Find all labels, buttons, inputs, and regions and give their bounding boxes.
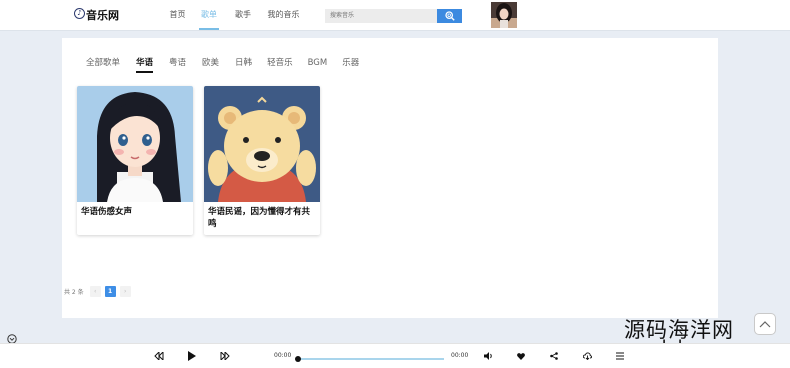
music-note-icon: ♪ xyxy=(74,7,85,19)
prev-page-button[interactable]: ‹ xyxy=(89,286,101,297)
like-button[interactable] xyxy=(515,350,527,362)
pagination: 共 2 条 ‹ 1 › xyxy=(64,286,135,297)
play-button[interactable] xyxy=(186,350,198,362)
volume-icon xyxy=(483,352,492,360)
music-player-bar: 00:00 00:00 xyxy=(0,343,790,368)
nav-singers[interactable]: 歌手 xyxy=(232,0,254,30)
tab-japanese-korean[interactable]: 日韩 xyxy=(235,57,252,73)
search-input[interactable] xyxy=(325,9,437,23)
logo-text: 音乐网 xyxy=(86,9,119,22)
playlist-title[interactable]: 华语伤感女声 xyxy=(81,206,189,218)
main-nav: 首页 歌单 歌手 我的音乐 xyxy=(163,0,301,30)
category-tabs: 全部歌单 华语 粤语 欧美 日韩 轻音乐 BGM 乐器 xyxy=(86,57,359,73)
download-button[interactable] xyxy=(581,350,593,362)
playlist-card[interactable]: 华语民谣，因为懂得才有共鸣 xyxy=(204,86,320,235)
tab-cantonese[interactable]: 粤语 xyxy=(169,57,186,73)
volume-button[interactable] xyxy=(482,350,494,362)
current-time: 00:00 xyxy=(274,352,292,359)
nav-my-music[interactable]: 我的音乐 xyxy=(266,0,301,30)
content-panel: 全部歌单 华语 粤语 欧美 日韩 轻音乐 BGM 乐器 华语伤感女声 华语民谣，… xyxy=(62,38,718,318)
tab-light-music[interactable]: 轻音乐 xyxy=(267,57,293,73)
search-bar xyxy=(325,9,462,23)
player-collapse-icon[interactable] xyxy=(7,329,17,344)
tab-chinese[interactable]: 华语 xyxy=(136,57,154,73)
progress-handle[interactable] xyxy=(295,356,301,362)
duration-time: 00:00 xyxy=(451,352,469,359)
playlist-cover-image[interactable] xyxy=(204,86,320,202)
page-1-button[interactable]: 1 xyxy=(104,286,116,297)
share-button[interactable] xyxy=(548,350,560,362)
pagination-total: 共 2 条 xyxy=(64,289,84,296)
chevron-up-icon xyxy=(759,321,771,328)
user-avatar[interactable] xyxy=(491,2,517,28)
playlist-card[interactable]: 华语伤感女声 xyxy=(77,86,193,235)
next-icon xyxy=(220,352,230,360)
play-icon xyxy=(188,351,196,361)
tab-western[interactable]: 欧美 xyxy=(202,57,219,73)
search-icon xyxy=(444,11,455,21)
list-icon xyxy=(616,352,624,360)
tab-bgm[interactable]: BGM xyxy=(308,57,328,73)
playlist-title[interactable]: 华语民谣，因为懂得才有共鸣 xyxy=(208,206,316,230)
playlist-queue-button[interactable] xyxy=(614,350,626,362)
nav-home[interactable]: 首页 xyxy=(163,0,192,30)
share-icon xyxy=(550,352,558,360)
next-page-button[interactable]: › xyxy=(119,286,131,297)
next-track-button[interactable] xyxy=(219,350,231,362)
top-header: ♪ 音乐网 首页 歌单 歌手 我的音乐 xyxy=(0,0,790,31)
nav-playlists[interactable]: 歌单 xyxy=(198,0,220,30)
previous-icon xyxy=(154,352,164,360)
download-icon xyxy=(582,352,592,360)
tab-instruments[interactable]: 乐器 xyxy=(342,57,359,73)
previous-track-button[interactable] xyxy=(153,350,165,362)
site-logo[interactable]: ♪ 音乐网 xyxy=(74,7,119,23)
playlist-cover-image[interactable] xyxy=(77,86,193,202)
search-button[interactable] xyxy=(437,9,462,23)
heart-icon xyxy=(517,352,525,360)
tab-all[interactable]: 全部歌单 xyxy=(86,57,120,73)
progress-bar[interactable] xyxy=(295,356,444,362)
back-to-top-button[interactable] xyxy=(754,313,776,335)
